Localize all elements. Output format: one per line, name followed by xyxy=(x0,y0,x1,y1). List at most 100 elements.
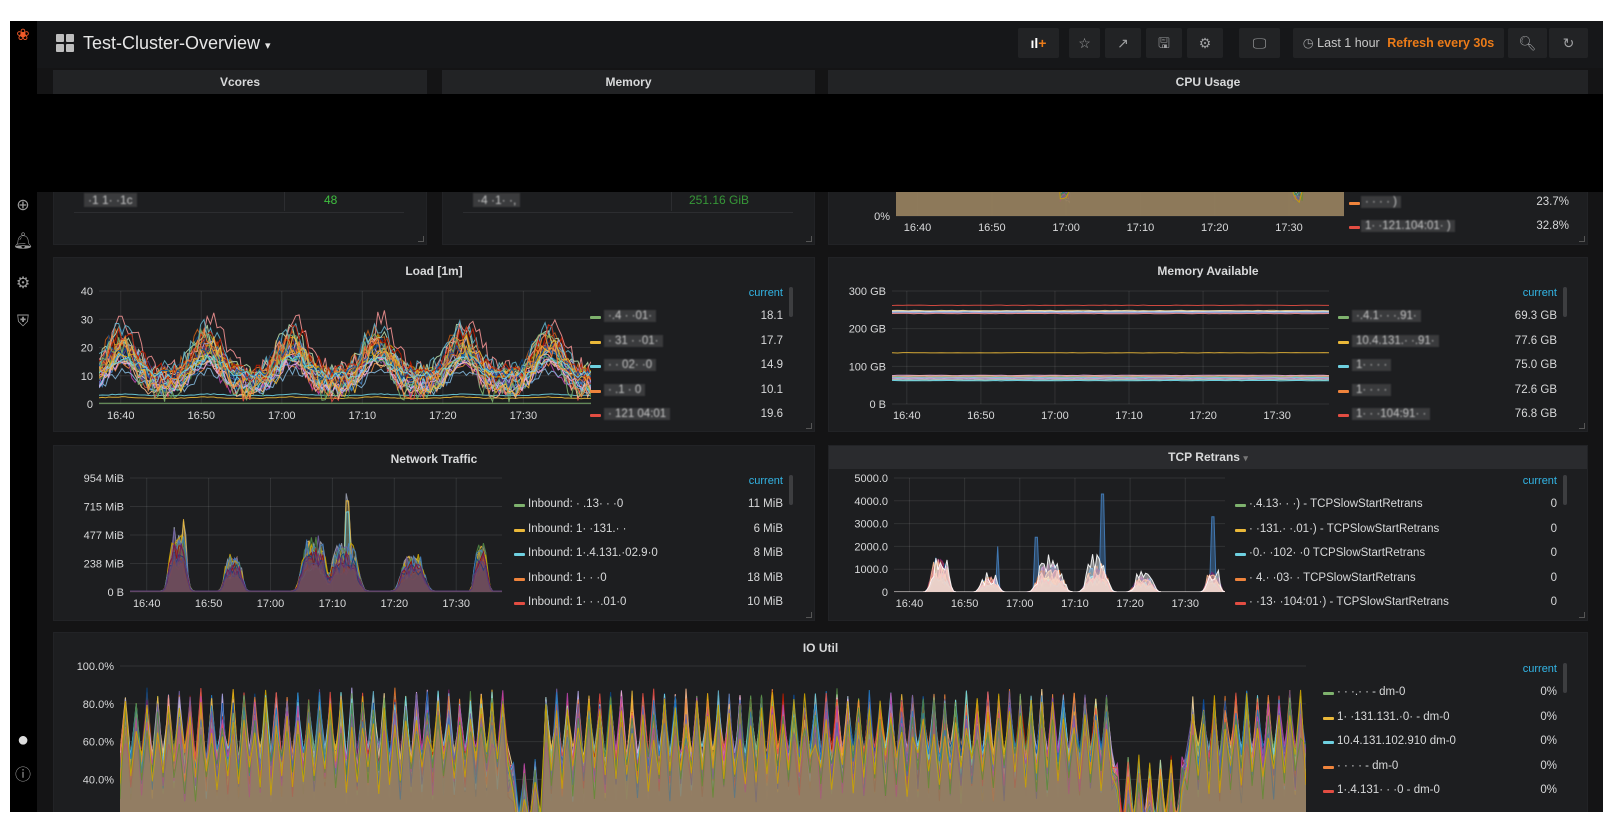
grafana-logo[interactable]: ❀ xyxy=(12,25,34,47)
legend-item[interactable]: 1·.4.131· · ·0 - dm-0 0% xyxy=(1323,783,1557,801)
cpu-panel-title[interactable]: CPU Usage xyxy=(829,71,1587,94)
legend-item[interactable]: ·.4.1· · ·.91· 69.3 GB xyxy=(1338,309,1557,327)
legend-scrollbar[interactable] xyxy=(1563,287,1567,317)
x-tick-label: 17:10 xyxy=(349,410,377,422)
time-picker[interactable]: ◷ Last 1 hour Refresh every 30s xyxy=(1293,28,1504,58)
legend-item[interactable]: Inbound: 1·.4.131.·02.9·0 8 MiB xyxy=(514,546,783,564)
legend-item[interactable]: Inbound: 1· · ·0 18 MiB xyxy=(514,571,783,589)
memory-panel-title[interactable]: Memory xyxy=(443,71,814,94)
legend-item[interactable]: · · · · - dm-0 0% xyxy=(1323,759,1557,777)
help-icon[interactable]: ⓘ xyxy=(12,765,34,787)
legend-item[interactable]: 10.4.131.· ·.91· 77.6 GB xyxy=(1338,334,1557,352)
legend-label: ·.4 · ·01· xyxy=(604,310,657,322)
vcores-row-label: ·1 1· ·1c xyxy=(84,193,137,207)
legend-label: 10.4.131.102.910 dm-0 xyxy=(1337,735,1456,747)
legend-label: Inbound: · .13· · ·0 xyxy=(528,498,624,510)
legend-item[interactable]: 1· · ·104:91· · 76.8 GB xyxy=(1338,407,1557,425)
legend-label: 1· · · · xyxy=(1352,383,1392,396)
legend-header-current[interactable]: current xyxy=(1517,663,1557,675)
legend-current-value: 0% xyxy=(1540,784,1557,796)
memory-series-line xyxy=(892,374,1329,377)
resize-handle[interactable] xyxy=(806,612,812,618)
add-panel-button[interactable]: ıl+ xyxy=(1018,28,1059,58)
refresh-button[interactable]: ↻ xyxy=(1549,28,1588,58)
legend-color-swatch xyxy=(514,577,525,581)
network-panel-title[interactable]: Network Traffic xyxy=(54,452,814,466)
y-tick-label: 1000.0 xyxy=(854,564,888,576)
legend-label: · · ·.· · - dm-0 xyxy=(1337,686,1406,698)
bell-icon[interactable]: 🔔︎ xyxy=(12,231,34,253)
y-tick-label: 100.0% xyxy=(77,661,115,673)
resize-handle[interactable] xyxy=(806,423,812,429)
avatar[interactable]: ● xyxy=(12,729,34,751)
legend-item[interactable]: ·0.· ·102· ·0 TCPSlowStartRetrans 0 xyxy=(1235,546,1557,564)
legend-item[interactable]: Inbound: 1· ·131.· · 6 MiB xyxy=(514,522,783,540)
legend-item[interactable]: · · ·.· · - dm-0 0% xyxy=(1323,685,1557,703)
legend-item[interactable]: · ·13· ·104:01·) - TCPSlowStartRetrans 0 xyxy=(1235,595,1557,613)
x-tick-label: 17:20 xyxy=(1201,222,1229,234)
memory-available-panel-title[interactable]: Memory Available xyxy=(829,264,1587,278)
save-button[interactable]: 🖫︎ xyxy=(1146,28,1182,58)
legend-current-value: 77.6 GB xyxy=(1514,334,1557,347)
legend-label: ·0.· ·102· ·0 TCPSlowStartRetrans xyxy=(1249,547,1426,559)
x-tick-label: 17:30 xyxy=(442,598,470,610)
legend-item[interactable]: · · 02· ·0 14.9 xyxy=(590,358,783,376)
legend-header-current[interactable]: current xyxy=(1517,475,1557,487)
legend-label: 1· ·131.131.·0· - dm-0 xyxy=(1337,710,1450,723)
resize-handle[interactable] xyxy=(1579,612,1585,618)
legend-color-swatch xyxy=(1349,226,1360,229)
shield-icon[interactable]: ⛨ xyxy=(12,311,34,333)
resize-handle[interactable] xyxy=(806,236,812,242)
cpu-legend-item[interactable]: 1· ·121.104:01· ) 32.8% xyxy=(1339,219,1569,237)
legend-item[interactable]: ·.4 · ·01· 18.1 xyxy=(590,309,783,327)
star-button[interactable]: ☆ xyxy=(1069,28,1100,58)
legend-header-current[interactable]: current xyxy=(743,287,783,299)
plus-icon[interactable]: ⊕ xyxy=(12,195,34,217)
cpu-legend-item[interactable]: · · · · ) 23.7% xyxy=(1339,195,1569,213)
dashboard-title-picker[interactable]: Test-Cluster-Overview ▾ xyxy=(83,33,271,54)
legend-item[interactable]: Inbound: · .13· · ·0 11 MiB xyxy=(514,497,783,515)
legend-item[interactable]: · .1 · 0 10.1 xyxy=(590,383,783,401)
y-tick-label: 0 B xyxy=(869,399,886,411)
legend-scrollbar[interactable] xyxy=(789,475,793,505)
y-tick-label: 80.0% xyxy=(83,699,114,711)
resize-handle[interactable] xyxy=(1579,236,1585,242)
legend-label: 1· · ·104:91· · xyxy=(1352,408,1431,420)
x-tick-label: 16:40 xyxy=(893,410,921,422)
legend-scrollbar[interactable] xyxy=(789,287,793,317)
legend-color-swatch xyxy=(1323,716,1334,720)
resize-handle[interactable] xyxy=(418,236,424,242)
grid: 0 B 238 MiB 477 MiB 715 MiB 954 MiB 16:40 16:5… xyxy=(84,473,502,610)
legend-color-swatch xyxy=(514,528,525,532)
legend-item[interactable]: 10.4.131.102.910 dm-0 0% xyxy=(1323,734,1557,752)
refresh-interval-label: Refresh every 30s xyxy=(1387,36,1495,50)
legend-item[interactable]: · 4.· ·03· · TCPSlowStartRetrans 0 xyxy=(1235,571,1557,589)
legend-item[interactable]: ·.4.13· · ·) - TCPSlowStartRetrans 0 xyxy=(1235,497,1557,515)
legend-item[interactable]: · ·131.· ·.01·) - TCPSlowStartRetrans 0 xyxy=(1235,522,1557,540)
legend-item[interactable]: Inbound: 1· · ·.01·0 10 MiB xyxy=(514,595,783,613)
y-tick-label: 300 GB xyxy=(849,286,886,298)
legend-item[interactable]: · 31 · ·01· 17.7 xyxy=(590,334,783,352)
legend-header-current[interactable]: current xyxy=(743,475,783,487)
vcores-panel-title[interactable]: Vcores xyxy=(54,71,426,94)
x-tick-label: 17:20 xyxy=(1116,598,1144,610)
legend-header-current[interactable]: current xyxy=(1517,287,1557,299)
legend-scrollbar[interactable] xyxy=(1563,663,1567,693)
caret-down-icon: ▾ xyxy=(265,40,271,52)
legend-item[interactable]: · 121 04:01 19.6 xyxy=(590,407,783,425)
legend-item[interactable]: 1· · · · 75.0 GB xyxy=(1338,358,1557,376)
share-button[interactable]: ↗ xyxy=(1105,28,1141,58)
legend-scrollbar[interactable] xyxy=(1563,475,1567,505)
view-mode-button[interactable]: 🖵︎ xyxy=(1239,28,1280,58)
legend-item[interactable]: 1· ·131.131.·0· - dm-0 0% xyxy=(1323,710,1557,728)
zoom-out-button[interactable]: 🔍︎ xyxy=(1508,28,1547,58)
settings-button[interactable]: ⚙ xyxy=(1187,28,1223,58)
legend-item[interactable]: 1· · · · 72.6 GB xyxy=(1338,383,1557,401)
load-panel-title[interactable]: Load [1m] xyxy=(54,264,814,278)
legend-color-swatch xyxy=(1235,602,1246,605)
gear-icon[interactable]: ⚙ xyxy=(12,273,34,295)
resize-handle[interactable] xyxy=(1579,423,1585,429)
plot-series xyxy=(120,687,1306,812)
io-panel-title[interactable]: IO Util xyxy=(54,641,1587,655)
divider xyxy=(671,189,672,211)
